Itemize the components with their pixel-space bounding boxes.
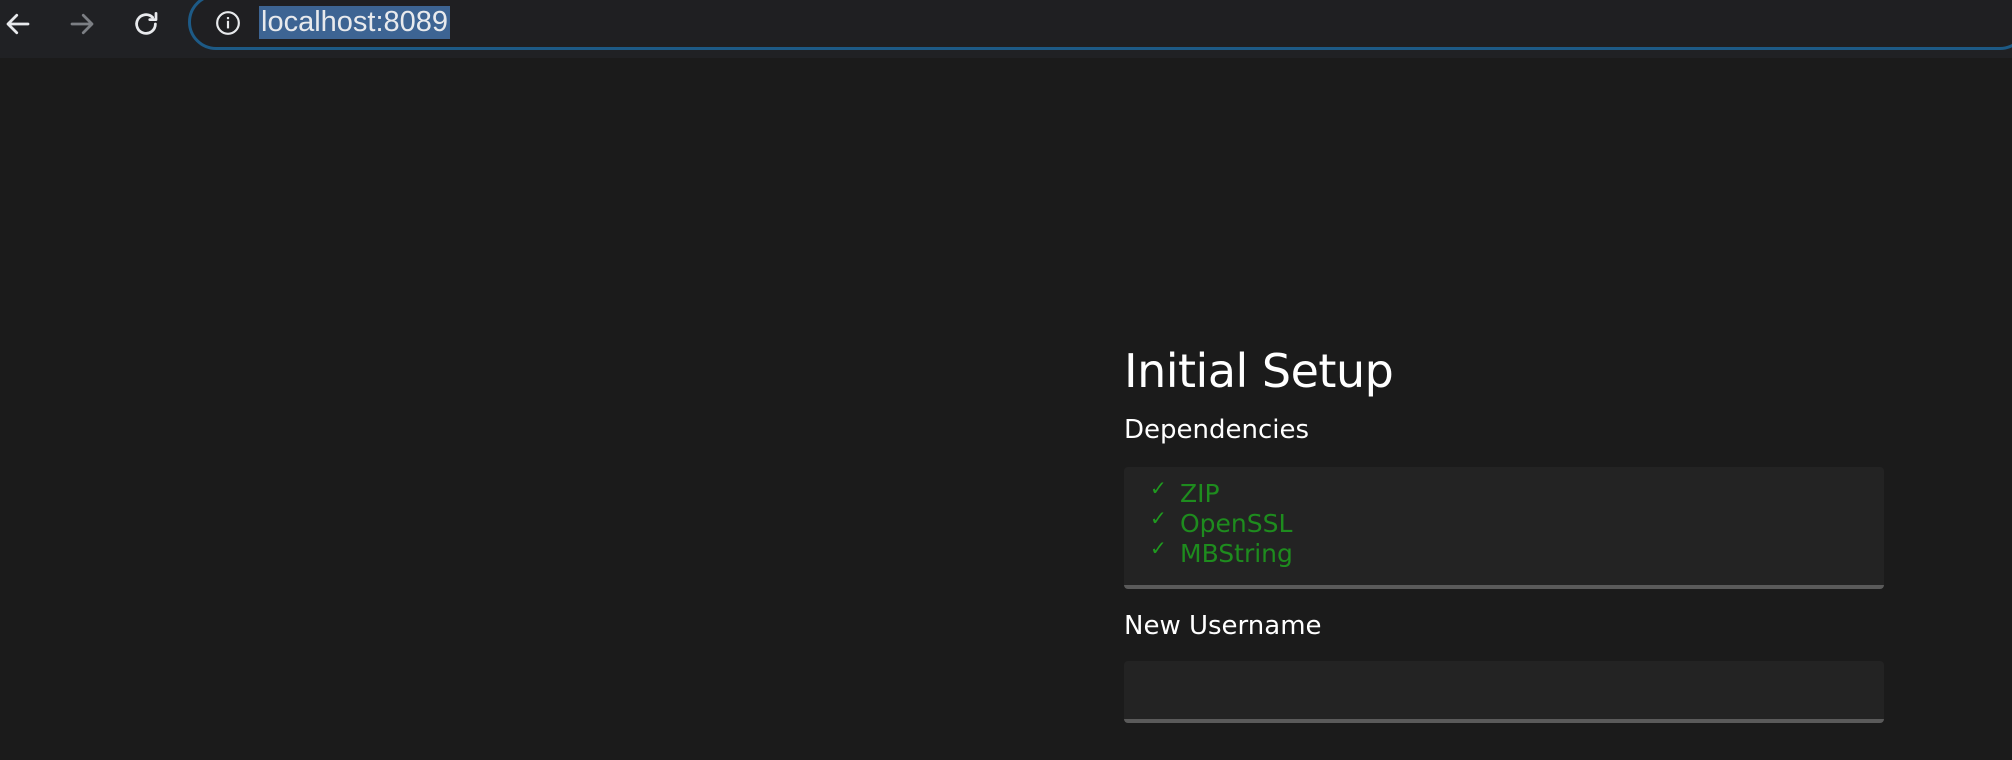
info-icon[interactable]: [215, 10, 241, 36]
address-bar[interactable]: localhost:8089: [188, 0, 2012, 50]
arrow-right-icon: [67, 9, 97, 39]
dependency-name: ZIP: [1180, 479, 1220, 508]
page-title: Initial Setup: [1124, 344, 1394, 398]
list-item: ✓ ZIP: [1150, 476, 1884, 508]
list-item: ✓ MBString: [1150, 536, 1884, 568]
arrow-left-icon: [3, 9, 33, 39]
browser-toolbar: localhost:8089: [0, 0, 2012, 58]
list-item: ✓ OpenSSL: [1150, 506, 1884, 538]
back-button[interactable]: [0, 4, 38, 44]
setup-form: Initial Setup Dependencies ✓ ZIP ✓ OpenS…: [1124, 330, 1884, 723]
reload-button[interactable]: [126, 4, 166, 44]
username-input[interactable]: [1124, 661, 1884, 723]
url-text[interactable]: localhost:8089: [259, 6, 451, 39]
dependencies-label: Dependencies: [1124, 415, 1310, 445]
reload-icon: [131, 9, 161, 39]
dependency-name: OpenSSL: [1180, 509, 1293, 538]
forward-button[interactable]: [62, 4, 102, 44]
check-icon: ✓: [1150, 506, 1167, 530]
dependency-name: MBString: [1180, 539, 1293, 568]
check-icon: ✓: [1150, 476, 1167, 500]
username-label: New Username: [1124, 611, 1322, 641]
check-icon: ✓: [1150, 536, 1167, 560]
dependencies-list: ✓ ZIP ✓ OpenSSL ✓ MBString: [1124, 467, 1884, 589]
